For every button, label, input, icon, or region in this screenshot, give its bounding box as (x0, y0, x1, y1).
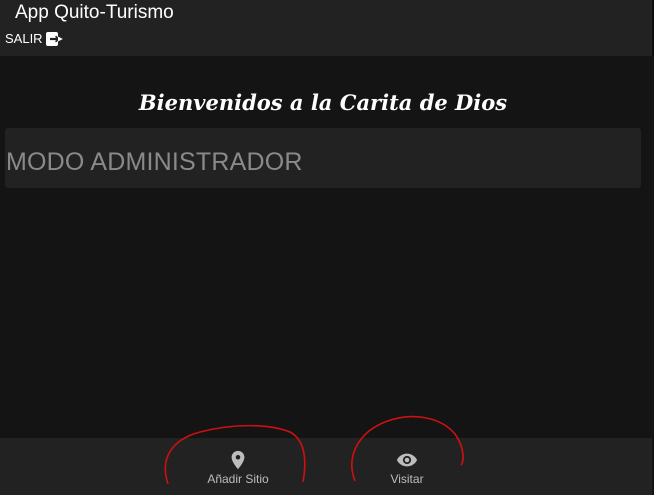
welcome-heading: Bienvenidos a la Carita de Dios (138, 90, 508, 115)
red-annotation-marks (164, 415, 464, 485)
add-site-label: Añadir Sitio (207, 472, 269, 486)
eye-icon (396, 449, 418, 471)
logout-label: SALIR (5, 31, 43, 46)
location-pin-icon (227, 449, 249, 471)
logout-button[interactable]: SALIR (5, 31, 63, 47)
admin-mode-banner: MODO ADMINISTRADOR (5, 128, 641, 188)
visit-button[interactable]: Visitar (367, 438, 447, 495)
admin-mode-label: MODO ADMINISTRADOR (6, 148, 303, 176)
add-site-button[interactable]: Añadir Sitio (188, 438, 288, 495)
top-app-bar: App Quito-Turismo SALIR (0, 0, 654, 56)
visit-label: Visitar (390, 472, 424, 486)
app-title: App Quito-Turismo (15, 2, 174, 23)
logout-icon (45, 31, 63, 47)
app-window: App Quito-Turismo SALIR Bienvenidos a la… (0, 0, 654, 495)
bottom-navigation: Añadir Sitio Visitar (0, 438, 652, 495)
